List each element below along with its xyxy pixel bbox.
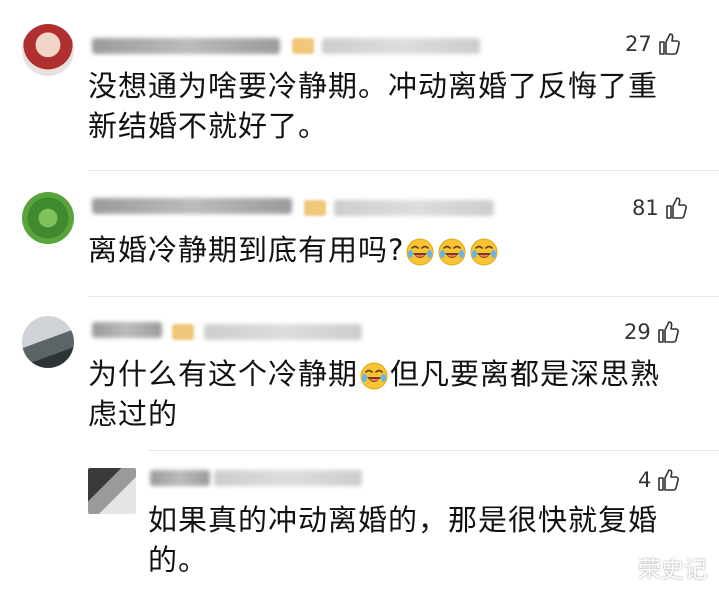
comment-text-fragment: 为什么有这个冷静期 xyxy=(88,357,359,391)
comment-text-line: 为什么有这个冷静期 但凡要离都是深思熟 xyxy=(88,354,660,394)
divider xyxy=(148,450,719,451)
laughing-crying-emoji-icon xyxy=(469,237,499,267)
like-count: 27 xyxy=(625,32,652,56)
username[interactable] xyxy=(92,38,280,54)
divider xyxy=(88,170,719,171)
location-time xyxy=(322,38,480,54)
like-button[interactable]: 81 xyxy=(632,196,687,220)
location-time xyxy=(334,200,494,216)
divider xyxy=(88,296,719,297)
like-button[interactable]: 27 xyxy=(625,32,680,56)
avatar[interactable] xyxy=(22,24,74,76)
avatar[interactable] xyxy=(22,316,74,368)
comment-text-line: 的。 xyxy=(148,543,209,577)
like-button[interactable]: 29 xyxy=(624,320,679,344)
comment-text-line: 新结婚不就好了。 xyxy=(88,109,329,143)
thumbs-up-icon xyxy=(657,468,679,492)
avatar[interactable] xyxy=(88,468,136,514)
comment-text-line: 如果真的冲动离婚的，那是很快就复婚 xyxy=(148,503,659,537)
comment-text-line: 虑过的 xyxy=(88,397,179,431)
laughing-crying-emoji-icon xyxy=(405,237,435,267)
location-time xyxy=(204,324,362,340)
comment-text: 没想通为啥要冷静期。冲动离婚了反悔了重 新结婚不就好了。 xyxy=(88,66,658,146)
location-time xyxy=(214,470,362,486)
like-count: 29 xyxy=(624,320,651,344)
thumbs-up-icon xyxy=(657,320,679,344)
thumbs-up-icon xyxy=(658,32,680,56)
comment-text: 为什么有这个冷静期 但凡要离都是深思熟 虑过的 xyxy=(88,354,660,434)
avatar[interactable] xyxy=(22,192,74,244)
laughing-crying-emoji-icon xyxy=(359,361,389,391)
comment-text-line: 离婚冷静期到底有用吗? xyxy=(88,233,405,267)
comment-text-fragment: 但凡要离都是深思熟 xyxy=(390,357,661,391)
comment-text-line: 没想通为啥要冷静期。冲动离婚了反悔了重 xyxy=(88,69,659,103)
comment-text: 离婚冷静期到底有用吗? xyxy=(88,230,500,270)
member-badge-icon xyxy=(304,200,326,216)
watermark: 荣史记 xyxy=(638,557,707,583)
username[interactable] xyxy=(150,470,210,486)
thumbs-up-icon xyxy=(665,196,687,220)
username[interactable] xyxy=(92,198,292,214)
member-badge-icon xyxy=(172,324,194,340)
username[interactable] xyxy=(92,322,162,338)
like-count: 4 xyxy=(638,468,652,492)
laughing-crying-emoji-icon xyxy=(437,237,467,267)
like-button[interactable]: 4 xyxy=(638,468,679,492)
member-badge-icon xyxy=(292,38,314,54)
like-count: 81 xyxy=(632,196,659,220)
comment-text: 如果真的冲动离婚的，那是很快就复婚 的。 xyxy=(148,500,658,580)
